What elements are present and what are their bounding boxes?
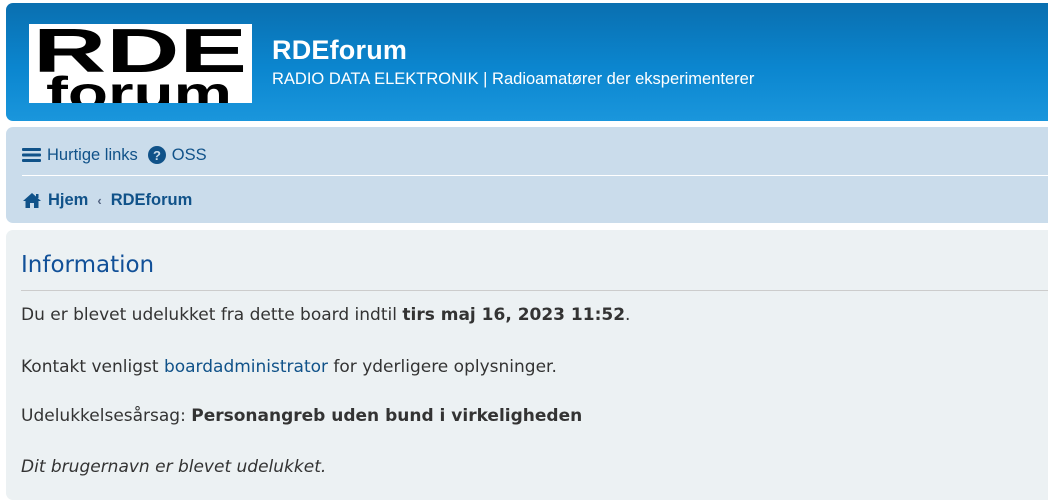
breadcrumb-forum-label: RDEforum	[110, 190, 193, 209]
ban-reason-message: Udelukkelsesårsag: Personangreb uden bun…	[21, 406, 582, 426]
nav-divider	[22, 175, 1048, 176]
ban-reason-text: Personangreb uden bund i virkeligheden	[191, 406, 583, 426]
breadcrumb-home[interactable]: Hjem	[22, 191, 88, 210]
ban-until-date: tirs maj 16, 2023 11:52	[402, 305, 626, 325]
contact-message: Kontakt venligst boardadministrator for …	[21, 357, 557, 377]
panel-divider	[21, 290, 1048, 291]
faq-label: OSS	[171, 145, 207, 164]
logo-text-bottom: forum	[46, 67, 232, 103]
faq-link[interactable]: ? OSS	[147, 145, 207, 165]
information-panel: Information Du er blevet udelukket fra d…	[6, 230, 1048, 500]
bars-icon	[22, 147, 41, 163]
ban-until-message: Du er blevet udelukket fra dette board i…	[21, 305, 630, 325]
panel-title: Information	[21, 252, 155, 278]
ban-until-prefix: Du er blevet udelukket fra dette board i…	[21, 305, 403, 325]
ban-until-suffix: .	[625, 305, 631, 325]
ban-reason-label: Udelukkelsesårsag:	[21, 406, 192, 426]
contact-suffix: for yderligere oplysninger.	[328, 357, 557, 377]
contact-prefix: Kontakt venligst	[21, 357, 164, 377]
username-banned-message: Dit brugernavn er blevet udelukket.	[21, 457, 327, 477]
nav-links-row: Hurtige links ? OSS	[22, 145, 207, 165]
breadcrumb-forum[interactable]: RDEforum	[111, 191, 193, 210]
breadcrumb: Hjem ‹ RDEforum	[22, 190, 192, 210]
navbar: Hurtige links ? OSS Hjem ‹ RDEforum	[6, 127, 1048, 223]
quick-links-button[interactable]: Hurtige links	[22, 146, 138, 165]
site-header: RDE forum RDEforum RADIO DATA ELEKTRONIK…	[6, 3, 1048, 121]
question-circle-icon: ?	[147, 146, 166, 164]
quick-links-label: Hurtige links	[47, 145, 138, 164]
breadcrumb-home-label: Hjem	[48, 190, 89, 209]
site-description: RADIO DATA ELEKTRONIK | Radioamatører de…	[272, 70, 755, 88]
site-title[interactable]: RDEforum	[272, 35, 407, 66]
chevron-left-icon: ‹	[97, 192, 102, 208]
home-icon	[22, 192, 42, 209]
site-logo[interactable]: RDE forum	[29, 24, 252, 103]
svg-text:?: ?	[153, 148, 161, 163]
board-admin-link[interactable]: boardadministrator	[164, 357, 328, 377]
